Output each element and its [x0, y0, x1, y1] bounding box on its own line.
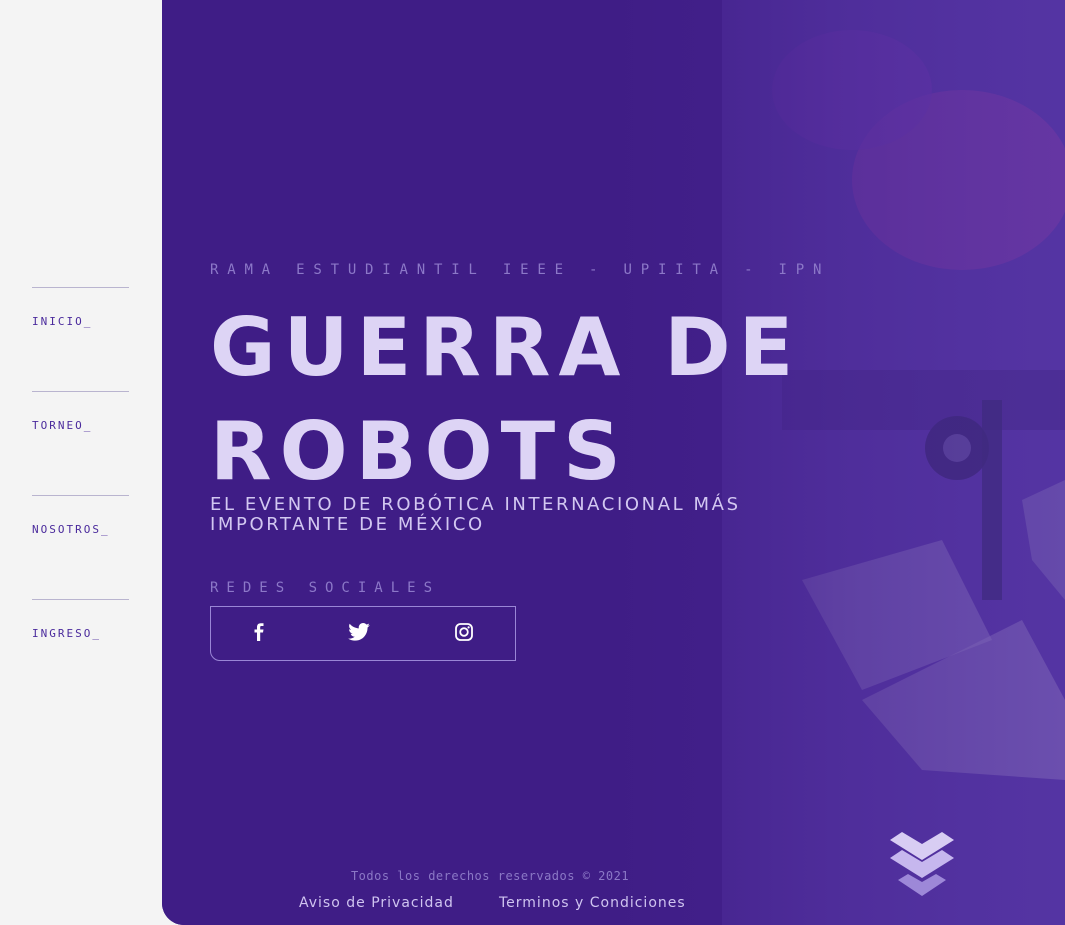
instagram-icon — [455, 623, 473, 645]
sidebar-item-label: INICIO_ — [32, 315, 93, 328]
twitter-link[interactable] — [346, 621, 372, 647]
social-label: REDES SOCIALES — [210, 580, 441, 596]
terms-link[interactable]: Terminos y Condiciones — [499, 895, 686, 911]
social-links — [210, 606, 516, 661]
chevron-double-down-icon — [888, 832, 956, 904]
sidebar-item-ingreso[interactable]: INGRESO_ — [32, 599, 129, 641]
privacy-link[interactable]: Aviso de Privacidad — [299, 895, 454, 911]
hero-subtitle: EL EVENTO DE ROBÓTICA INTERNACIONAL MÁS … — [210, 494, 741, 535]
sidebar-nav: INICIO_ TORNEO_ NOSOTROS_ INGRESO_ — [0, 0, 162, 925]
instagram-link[interactable] — [451, 621, 477, 647]
hero-kicker: RAMA ESTUDIANTIL IEEE - UPIITA - IPN — [210, 262, 831, 278]
twitter-icon — [348, 623, 370, 645]
facebook-link[interactable] — [246, 621, 272, 647]
scroll-down-button[interactable] — [888, 830, 956, 900]
page-title: GUERRA DE ROBOTS — [210, 301, 802, 498]
hero-section: RAMA ESTUDIANTIL IEEE - UPIITA - IPN GUE… — [162, 0, 1065, 925]
copyright-text: Todos los derechos reservados © 2021 — [350, 869, 630, 883]
facebook-icon — [253, 623, 265, 645]
page: INICIO_ TORNEO_ NOSOTROS_ INGRESO_ RAMA … — [0, 0, 1065, 925]
sidebar-item-label: INGRESO_ — [32, 627, 101, 640]
sidebar-item-label: NOSOTROS_ — [32, 523, 110, 536]
sidebar-item-torneo[interactable]: TORNEO_ — [32, 391, 129, 433]
sidebar-item-label: TORNEO_ — [32, 419, 93, 432]
sidebar-item-nosotros[interactable]: NOSOTROS_ — [32, 495, 129, 537]
sidebar-item-inicio[interactable]: INICIO_ — [32, 287, 129, 329]
